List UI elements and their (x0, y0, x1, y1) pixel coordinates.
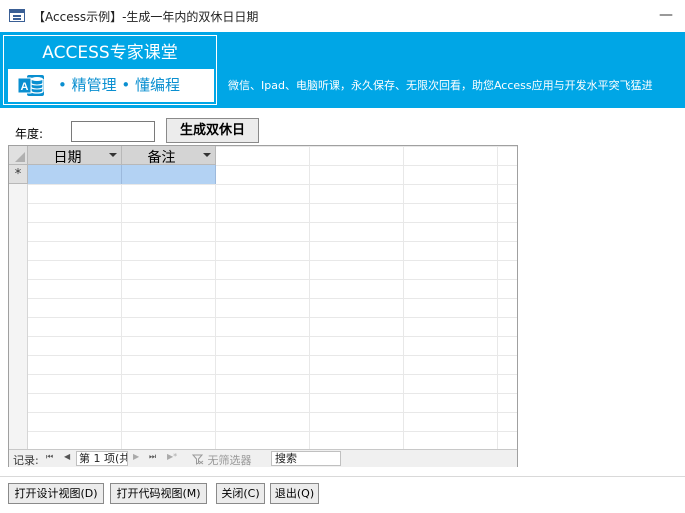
window-title-bar: 【Access示例】-生成一年内的双休日日期 — (0, 0, 685, 32)
record-navigation-bar: 记录: ⏮ ◀ 第 1 项(共 ▶ ⏭ ▶* 无筛选器 搜索 (9, 449, 517, 467)
record-selector-column (9, 184, 28, 449)
generate-weekends-button[interactable]: 生成双休日 (166, 118, 259, 143)
open-design-view-button[interactable]: 打开设计视图(D) (8, 483, 104, 504)
close-button[interactable]: 关闭(C) (216, 483, 265, 504)
svg-text:A: A (21, 81, 29, 93)
open-code-view-button[interactable]: 打开代码视图(M) (110, 483, 207, 504)
next-record-icon[interactable]: ▶ (133, 452, 139, 461)
logo-tagline: • 精管理 • 懂编程 (58, 76, 181, 94)
datasheet-subform[interactable]: 日期 备注 * 记录: ⏮ ◀ 第 1 项(共 ▶ ⏭ ▶* 无筛选器 搜索 (8, 145, 518, 467)
chevron-down-icon[interactable] (203, 153, 211, 157)
column-header-remark[interactable]: 备注 (122, 146, 216, 166)
form-icon (9, 9, 25, 22)
column-header-label: 备注 (147, 150, 176, 166)
logo-block: ACCESS专家课堂 A • 精管理 • 懂编程 (3, 35, 217, 105)
select-all-corner[interactable] (9, 146, 28, 165)
window-title: 【Access示例】-生成一年内的双休日日期 (33, 10, 259, 24)
column-header-date[interactable]: 日期 (28, 146, 122, 166)
year-label: 年度: (15, 127, 44, 141)
access-logo-icon: A (17, 75, 44, 96)
year-input[interactable] (71, 121, 155, 142)
no-filter-label: 无筛选器 (207, 454, 252, 467)
new-record-selector[interactable]: * (9, 165, 28, 184)
minimize-button[interactable]: — (656, 7, 676, 23)
filter-icon (191, 454, 204, 465)
logo-subpanel: A • 精管理 • 懂编程 (8, 69, 214, 102)
first-record-icon[interactable]: ⏮ (46, 452, 53, 462)
records-label: 记录: (13, 454, 39, 467)
logo-title: ACCESS专家课堂 (42, 43, 178, 63)
chevron-down-icon[interactable] (109, 153, 117, 157)
no-filter-indicator[interactable]: 无筛选器 (191, 452, 252, 468)
current-record-field[interactable]: 第 1 项(共 (76, 451, 128, 466)
exit-button[interactable]: 退出(Q) (270, 483, 319, 504)
previous-record-icon[interactable]: ◀ (64, 452, 70, 461)
search-input[interactable]: 搜索 (271, 451, 341, 466)
last-record-icon[interactable]: ⏭ (149, 452, 156, 462)
remark-cell-new[interactable] (122, 165, 216, 184)
new-record-icon[interactable]: ▶* (167, 452, 177, 461)
banner-marquee-text: 微信、Ipad、电脑听课，永久保存、无限次回看，助您Access应用与开发水平突… (228, 79, 653, 92)
column-header-label: 日期 (53, 150, 82, 166)
date-cell-new[interactable] (28, 165, 122, 184)
